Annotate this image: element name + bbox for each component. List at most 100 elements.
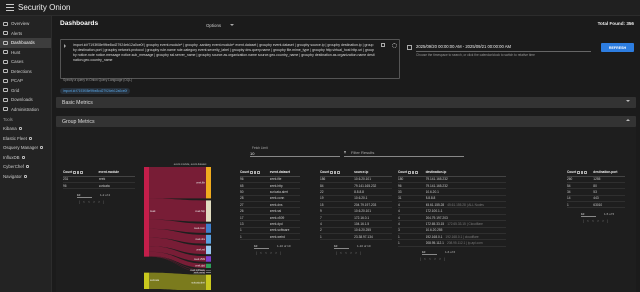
sidebar-tool-elastic-fleet[interactable]: Elastic Fleet xyxy=(0,134,51,144)
pie-icon[interactable] xyxy=(257,170,260,174)
sort-icon[interactable] xyxy=(76,170,80,174)
table-row[interactable]: 1 208.95.112.1 208.95.112.1 | ip-api.com xyxy=(398,239,506,247)
row-value[interactable]: suricata xyxy=(98,182,135,190)
filter-icon[interactable] xyxy=(250,170,253,174)
filter-chip[interactable]: import.id:f7193f08e9fbe8cd27924eb12a0ce0… xyxy=(60,88,131,94)
fetch-limit-select[interactable]: 10 xyxy=(250,151,340,157)
download-icon xyxy=(3,78,8,83)
column-header[interactable]: Count xyxy=(240,169,270,177)
filter-icon[interactable] xyxy=(330,170,333,174)
sidebar-item-detections[interactable]: Detections xyxy=(0,67,51,77)
pie-icon[interactable] xyxy=(80,170,83,174)
column-header[interactable]: event.module xyxy=(98,169,135,177)
sankey-node-zeek.conn[interactable] xyxy=(206,223,211,233)
query-input[interactable]: import.id:f7193f08e9fbe8cd27924eb12a0ce0… xyxy=(60,39,400,79)
sidebar-item-downloads[interactable]: Downloads xyxy=(0,95,51,105)
column-header[interactable]: Count xyxy=(398,169,426,177)
row-value[interactable]: zeek.weird xyxy=(269,233,300,241)
fetch-limit-label: Fetch Limit xyxy=(252,146,268,150)
table-row[interactable]: 1 23.38.97.134 xyxy=(320,233,392,241)
sankey-label-zeek.dns: zeek.dns xyxy=(195,238,205,241)
sidebar-item-pcap[interactable]: PCAP xyxy=(0,76,51,86)
row-value[interactable]: 208.95.112.1 208.95.112.1 | ip-api.com xyxy=(425,239,506,247)
row-count: 96 xyxy=(63,182,99,190)
sankey-label-zeek.http: zeek.http xyxy=(195,210,205,213)
page-navigation[interactable]: |<<>>| xyxy=(256,251,284,255)
sankey-node-zeek[interactable] xyxy=(144,167,149,257)
pie-icon[interactable] xyxy=(415,170,418,174)
sankey-node-zeek.software[interactable] xyxy=(206,269,211,271)
sankey-node-zeek.file[interactable] xyxy=(206,167,211,199)
sidebar-tool-osquery-manager[interactable]: Osquery Manager xyxy=(0,143,51,153)
items-per-page-select[interactable]: 10 xyxy=(254,244,269,249)
sankey-node-zeek.weird[interactable] xyxy=(206,272,211,273)
row-value[interactable]: 23.38.97.134 xyxy=(354,233,392,241)
column-header[interactable]: Count xyxy=(567,169,594,177)
menu-icon[interactable] xyxy=(6,4,14,11)
sankey-node-zeek.ssl[interactable] xyxy=(206,245,211,255)
sidebar-item-grid[interactable]: Grid xyxy=(0,86,51,96)
page-navigation[interactable]: |<<>>| xyxy=(583,219,611,223)
sidebar-item-hunt[interactable]: Hunt xyxy=(0,48,51,58)
refresh-button[interactable]: REFRESH xyxy=(601,43,634,52)
query-text[interactable]: import.id:f7193f08e9fbe8cd27924eb12a0ce0… xyxy=(73,43,375,63)
pie-icon[interactable] xyxy=(337,170,340,174)
page-navigation[interactable]: |<<>>| xyxy=(79,200,107,204)
sort-icon[interactable] xyxy=(580,170,584,174)
event-module-table: Count event.module 231 zeek 96 suricata 10 1-2 … xyxy=(63,169,135,204)
sankey-node-suricata.alert[interactable] xyxy=(206,274,211,290)
sidebar-tool-label: Osquery Manager xyxy=(3,145,39,151)
sidebar-item-dashboards[interactable]: Dashboards xyxy=(0,38,51,48)
sidebar-tool-influxdb[interactable]: InfluxDB xyxy=(0,153,51,163)
sort-icon[interactable] xyxy=(411,170,415,174)
basic-metrics-label: Basic Metrics xyxy=(62,99,93,106)
column-header[interactable]: source.ip xyxy=(354,169,392,177)
page-navigation[interactable]: |<<>>| xyxy=(336,251,364,255)
bell-icon xyxy=(3,31,8,36)
sidebar-item-alerts[interactable]: Alerts xyxy=(0,29,51,39)
column-header[interactable]: Count xyxy=(320,169,355,177)
sankey-node-zeek.dpd[interactable] xyxy=(206,263,211,268)
sankey-node-zeek.dns[interactable] xyxy=(206,234,211,244)
row-count: 1 xyxy=(398,239,426,247)
sankey-node-zeek.x509[interactable] xyxy=(206,256,211,262)
sort-icon[interactable] xyxy=(333,170,337,174)
group-metrics-header[interactable]: Group Metrics xyxy=(56,116,636,127)
table-row[interactable]: 96 suricata xyxy=(63,182,135,190)
table-row[interactable]: 1 63010 xyxy=(567,201,625,209)
filter-icon[interactable] xyxy=(73,170,76,174)
sidebar-item-cases[interactable]: Cases xyxy=(0,57,51,67)
items-per-page-select[interactable]: 10 xyxy=(334,244,349,249)
sidebar-item-label: Grid xyxy=(11,87,20,93)
items-per-page-select[interactable]: 10 xyxy=(581,212,596,217)
sidebar-item-administration[interactable]: Administration xyxy=(0,105,51,115)
pie-icon[interactable] xyxy=(584,170,587,174)
gear-icon[interactable] xyxy=(392,43,397,48)
sidebar-tool-navigator[interactable]: Navigator xyxy=(0,172,51,182)
table-row[interactable]: 1 zeek.weird xyxy=(240,233,300,241)
items-per-page-select[interactable]: 10 xyxy=(77,193,92,198)
column-header[interactable]: destination.port xyxy=(593,169,625,177)
column-header[interactable]: destination.ip xyxy=(425,169,506,177)
page-navigation[interactable]: |<<>>| xyxy=(420,257,448,261)
sidebar-tool-cyberchef[interactable]: CyberChef xyxy=(0,162,51,172)
filter-icon[interactable] xyxy=(408,170,411,174)
column-header[interactable]: Count xyxy=(63,169,99,177)
basic-metrics-header[interactable]: Basic Metrics xyxy=(56,97,636,108)
options-dropdown[interactable]: Options xyxy=(206,23,235,28)
sankey-label-zeek.x509: zeek.x509 xyxy=(194,258,206,261)
sankey-node-suricata[interactable] xyxy=(144,272,149,289)
sort-icon[interactable] xyxy=(253,170,257,174)
filter-results-input[interactable]: Filter Results xyxy=(344,150,464,157)
filter-icon[interactable] xyxy=(577,170,580,174)
calendar-icon[interactable] xyxy=(407,45,412,50)
column-header[interactable]: event.dataset xyxy=(269,169,300,177)
sankey-node-zeek.http[interactable] xyxy=(206,200,211,222)
query-clear-icon[interactable] xyxy=(381,43,385,47)
date-range-input[interactable]: 2025/09/20 00:00:00 AM - 2025/09/21 00:0… xyxy=(416,44,511,49)
row-value[interactable]: 63010 xyxy=(593,201,625,209)
sidebar-item-overview[interactable]: Overview xyxy=(0,19,51,29)
query-expand-icon[interactable] xyxy=(64,44,66,48)
items-per-page-select[interactable]: 10 xyxy=(422,250,437,256)
sidebar-tool-kibana[interactable]: Kibana xyxy=(0,124,51,134)
